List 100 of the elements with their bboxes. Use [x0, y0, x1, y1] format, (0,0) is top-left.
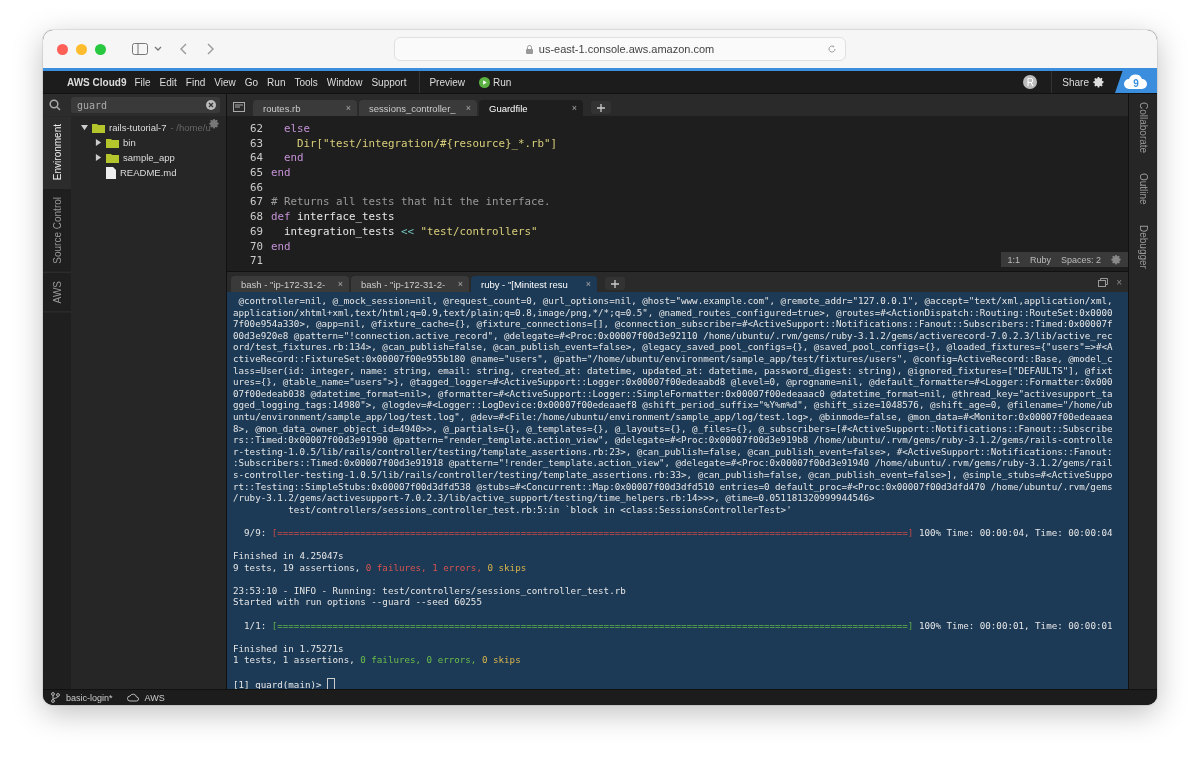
- code-line: integration_tests << "test/controllers": [283, 224, 539, 240]
- terminal-line: :Subscribers::Timed:0x00007f00d3e91918 @pattern="!render_template.action_view", @delegate=#<Proc:0x00007f00d3e91940 /home/ubuntu/.rvm/gems/ruby-3.1.2/gems/rail: [233, 457, 1114, 469]
- terminal-line: r-testing-1.0.5/lib/rails/controller/testing/template_assertions.rb:23>, @can_publish=false, @can_publish_event=false>, #<ActiveSupport::Notifications::Fanout:: [233, 445, 1114, 458]
- menu-item[interactable]: Support: [371, 76, 407, 88]
- terminal-line: 07f00edeab038 @datetime_format=nil>, @formatter=#<ActiveSupport::Logger::SimpleFormatter:0x00007f00edeaaac0 @datetime_format=nil, @thread_key="activesupport_ta: [233, 387, 1114, 400]
- collapsed-triangle-icon[interactable]: [95, 154, 102, 161]
- terminal-line: rt::Testing::SimpleStubs:0x00007f00d3dfd538 @stubs=#<Concurrent::Map:0x00007f00d3dfd510 entries=0 default_proc=#<Proc:0x00007f00d3dfd470 /home/ubuntu/.rvm/gems: [233, 480, 1114, 493]
- terminal-line: lass=User(id: integer, name: string, email: string, created_at: datetime, updated_at: datetime, password_digest: string), @ignored_fixtures=["DEFAULTS"], @fixt: [233, 364, 1114, 377]
- sidebar-icon[interactable]: [132, 43, 148, 55]
- file-icon: [106, 166, 116, 179]
- clear-icon[interactable]: [206, 100, 216, 110]
- plus-icon: [611, 279, 619, 288]
- terminal-line: /ruby-3.1.2/gems/activesupport-7.0.2.3/lib/active_support/testing/time_helpers.rb:14>>>, @time=0.051181320999944546>: [233, 492, 876, 504]
- close-tab-icon[interactable]: ×: [457, 279, 463, 289]
- folder-name[interactable]: rails-tutorial-7: [109, 122, 167, 133]
- close-icon[interactable]: ×: [1116, 276, 1122, 288]
- line-number: 64: [249, 151, 263, 167]
- folder-name[interactable]: bin: [123, 137, 136, 148]
- code-line: Dir["test/integration/#{resource}_*.rb"]: [296, 136, 557, 152]
- cloud-icon: [126, 693, 139, 702]
- menu-item[interactable]: Tools: [294, 76, 318, 88]
- back-icon[interactable]: [180, 43, 188, 55]
- close-tab-icon[interactable]: ×: [585, 279, 591, 289]
- region-label[interactable]: AWS: [144, 692, 165, 703]
- line-number: 70: [249, 239, 263, 255]
- terminal-line: 00d3e920e8 @pattern="!connection.active_record", @delegate=#<Proc:0x00007f00d3e92110 /home/ubuntu/.rvm/gems/ruby-3.1.2/gems/activerecord-7.0.2.3/lib/active_rec: [233, 329, 1114, 342]
- gear-icon[interactable]: [209, 118, 220, 129]
- folder-icon: [106, 137, 119, 148]
- menu-item[interactable]: View: [214, 76, 236, 88]
- editor-tab[interactable]: routes.rb ×: [253, 100, 357, 116]
- editor-tab[interactable]: sessions_controller_ ×: [359, 100, 477, 116]
- menu-item[interactable]: Edit: [159, 76, 177, 88]
- line-number: 69: [249, 224, 263, 240]
- terminal-line: @controller=nil, @_mock_session=nil, @request_count=0, @url_options=nil, @host="www.example.com", @remote_addr="127.0.0.1", @accept="text/xml,application/xml,: [237, 295, 1114, 307]
- chevron-down-icon[interactable]: [154, 46, 162, 52]
- settings-icon[interactable]: [1093, 76, 1105, 88]
- preview-button[interactable]: Preview: [429, 76, 465, 88]
- folder-icon: [106, 152, 119, 163]
- panel-icon[interactable]: [233, 102, 245, 112]
- forward-icon[interactable]: [206, 43, 214, 55]
- close-tab-icon[interactable]: ×: [337, 279, 343, 289]
- play-icon: [479, 76, 490, 88]
- terminal-line: Finished in 1.75271s: [233, 642, 345, 655]
- new-terminal-button[interactable]: [605, 277, 625, 290]
- indent-setting[interactable]: Spaces: 2: [1060, 254, 1101, 265]
- close-tab-icon[interactable]: ×: [571, 103, 577, 113]
- close-window-button[interactable]: [57, 43, 68, 55]
- search-icon[interactable]: [49, 99, 61, 111]
- editor-tab[interactable]: Guardfile ×: [479, 100, 583, 116]
- cloud9-logo: 9: [1115, 71, 1157, 93]
- folder-path: - /home/u: [170, 122, 211, 133]
- search-field[interactable]: guard: [71, 97, 220, 113]
- app-title: AWS Cloud9: [67, 76, 127, 88]
- plus-icon: [597, 103, 605, 112]
- progress-line: 1/1: [==================================================================================================================] 100% Time: 00:00:01, Time: 00:00:01: [243, 619, 1114, 632]
- line-number: 65: [249, 166, 263, 181]
- side-tab[interactable]: Environment: [43, 116, 71, 190]
- code-line: def interface_tests: [271, 210, 396, 225]
- terminal-tab[interactable]: bash - "ip-172-31-2- ×: [351, 276, 469, 292]
- line-number: 68: [249, 210, 263, 225]
- terminal-line: 8>, @mon_data_owner_object_id=4940>>, @_partials={}, @_templates={}, @_layouts={}, @_files={}, @_subscribers=[#<ActiveSupport::Notifications::Fanout::Subscribe: [233, 422, 1114, 435]
- terminal-line: ord/test_fixtures.rb:134>, @can_publish=false, @can_publish_event=false>, @legacy_saved_pool_configs={}, @saved_pool_configs={}, @loaded_fixtures={"users"=>#<A: [233, 341, 1114, 353]
- expanded-triangle-icon[interactable]: [81, 124, 88, 131]
- prompt-text: [1] guard(main)>: [233, 678, 323, 689]
- collapsed-triangle-icon[interactable]: [95, 139, 102, 146]
- side-tab[interactable]: Collaborate: [1129, 94, 1157, 166]
- restore-icon[interactable]: [1098, 277, 1109, 287]
- lock-icon: [525, 44, 533, 54]
- close-tab-icon[interactable]: ×: [465, 103, 471, 113]
- git-branch[interactable]: basic-login*: [66, 692, 113, 703]
- folder-name[interactable]: sample_app: [123, 152, 175, 163]
- language-mode[interactable]: Ruby: [1029, 254, 1051, 265]
- menu-item[interactable]: Find: [185, 76, 206, 88]
- menu-item[interactable]: File: [134, 76, 151, 88]
- menu-item[interactable]: Go: [244, 76, 259, 88]
- new-tab-button[interactable]: [591, 101, 611, 114]
- terminal-line: gged_logging_tags:14980">, @logdev=#<Logger::LogDevice:0x00007f00edeaaef8 @shift_period_suffix="%Y%m%d", @shift_size=1048576, @shift_age=0, @filename="/home/ub: [233, 399, 1114, 411]
- menu-item[interactable]: Run: [267, 76, 286, 88]
- file-name[interactable]: README.md: [120, 167, 177, 178]
- code-line: end: [283, 151, 305, 167]
- address-bar[interactable]: us-east-1.console.aws.amazon.com: [394, 37, 846, 61]
- terminal-line: ctiveRecord::FixtureSet:0x00007f00e955b180 @name="users", @path="/home/ubuntu/environment/sample_app/test/fixtures/users", @config=ActiveRecord::Base, @model_c: [233, 352, 1114, 365]
- code-line: # Returns all tests that hit the interface.: [271, 195, 552, 211]
- run-button[interactable]: Run: [479, 76, 512, 88]
- line-number: 66: [249, 180, 263, 196]
- terminal-line: Finished in 4.25047s: [233, 550, 345, 562]
- terminal-line: 9 tests, 19 assertions, 0 failures, 1 errors, 0 skips: [233, 561, 528, 574]
- line-number: 71: [249, 254, 263, 269]
- close-tab-icon[interactable]: ×: [345, 103, 351, 113]
- terminal-tab[interactable]: bash - "ip-172-31-2- ×: [231, 276, 349, 292]
- line-number: 62: [249, 122, 263, 137]
- menu-item[interactable]: Window: [326, 76, 363, 88]
- side-tab[interactable]: Outline: [1129, 165, 1157, 217]
- terminal-line: Started with run options --guard --seed 60255: [233, 596, 483, 609]
- line-number: 67: [249, 195, 263, 211]
- share-button[interactable]: Share: [1051, 71, 1105, 93]
- terminal-tab[interactable]: ruby - "[Minitest resu ×: [471, 276, 597, 292]
- side-tab[interactable]: Debugger: [1129, 216, 1157, 281]
- terminal-line: test/controllers/sessions_controller_test.rb:5:in `block in <class:SessionsControllerTest>': [287, 503, 793, 516]
- terminal-line: untu/environment/sample_app/log/test.log", @dev=#<File:/home/ubuntu/environment/sample_app/log/test.log>, @binmode=false, @mon_data=#<Monitor:0x00007f00edeaaea: [233, 410, 1114, 423]
